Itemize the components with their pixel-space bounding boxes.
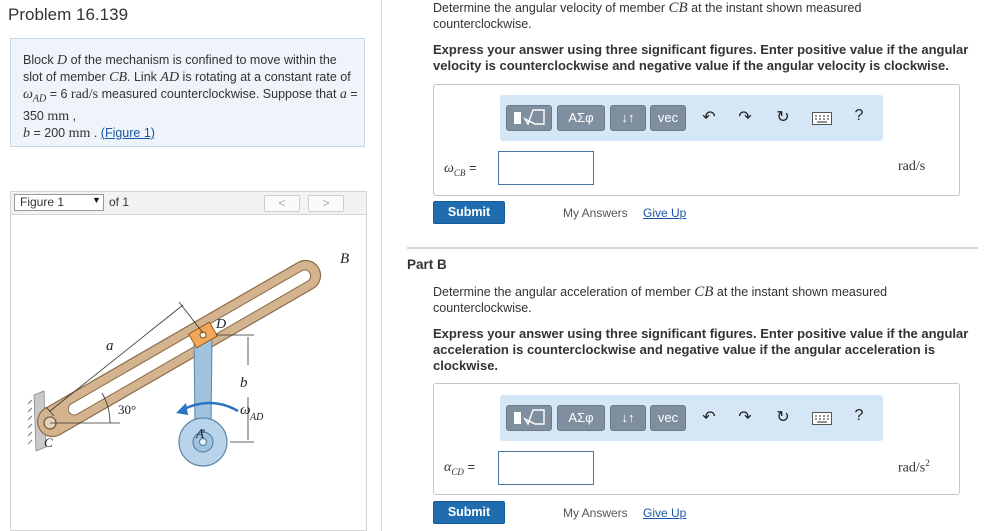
label-omega: ω [240,402,251,418]
part-divider [407,247,978,249]
figure-next-button[interactable]: > [308,195,344,212]
reset-icon[interactable]: ↻ [773,407,793,427]
alpha-cd-unit: rad/s2 [898,458,930,476]
label-c-point: C [44,435,53,450]
vec-button[interactable]: vec [650,405,686,431]
keyboard-icon[interactable] [812,112,832,130]
label-a-point: A [195,426,204,441]
templates-button[interactable] [506,105,552,131]
label-a-dimension: a [106,338,114,354]
part-b-my-answers[interactable]: My Answers [563,506,628,520]
figure-select[interactable]: Figure 1 [14,194,104,211]
greek-button[interactable]: ΑΣφ [557,405,605,431]
reset-icon[interactable]: ↻ [773,107,793,127]
part-b-give-up-link[interactable]: Give Up [643,506,686,520]
omega-cb-input[interactable] [498,151,594,185]
alpha-cd-label: αCD = [444,459,476,477]
chevron-down-icon: ▼ [92,195,101,205]
redo-icon[interactable]: ↷ [735,407,755,427]
label-angle: 30° [118,402,136,417]
help-button[interactable]: ? [852,107,866,125]
vec-button[interactable]: vec [650,105,686,131]
figure-prev-button[interactable]: < [264,195,300,212]
part-a-instruction: Express your answer using three signific… [433,42,969,73]
problem-title: Problem 16.139 [8,5,129,24]
keyboard-icon[interactable] [812,412,832,430]
label-b-dimension: b [240,375,248,391]
part-b-submit-button[interactable]: Submit [433,501,505,524]
column-divider [381,0,382,531]
help-button[interactable]: ? [852,407,866,425]
figure-link[interactable]: (Figure 1) [101,126,155,140]
problem-statement: Block D of the mechanism is confined to … [23,53,358,141]
label-omega-sub: AD [249,412,264,423]
member-cb [36,259,322,438]
part-a-submit-button[interactable]: Submit [433,201,505,224]
templates-button[interactable] [506,405,552,431]
label-b-point: B [340,251,349,267]
greek-button[interactable]: ΑΣφ [557,105,605,131]
alpha-cd-input[interactable] [498,451,594,485]
part-b-title: Part B [407,257,447,272]
dimension-b [216,334,254,443]
label-d-point: D [215,317,226,332]
part-a-my-answers[interactable]: My Answers [563,206,628,220]
redo-icon[interactable]: ↷ [735,107,755,127]
arrows-button[interactable]: ↓↑ [610,105,646,131]
templates-icon [514,409,545,426]
undo-icon[interactable]: ↶ [699,407,719,427]
undo-icon[interactable]: ↶ [699,107,719,127]
part-a-question: Determine the angular velocity of member… [433,0,862,31]
mechanism-figure: B D a b 30° ω AD A C [27,251,349,467]
omega-cb-unit: rad/s [898,159,926,174]
omega-cb-label: ωCB = [444,160,477,178]
part-a-give-up-link[interactable]: Give Up [643,206,686,220]
part-b-instruction: Express your answer using three signific… [433,326,969,373]
templates-icon [514,109,545,126]
figure-count: of 1 [109,195,130,209]
arrows-button[interactable]: ↓↑ [610,405,646,431]
part-b-question: Determine the angular acceleration of me… [433,284,888,315]
